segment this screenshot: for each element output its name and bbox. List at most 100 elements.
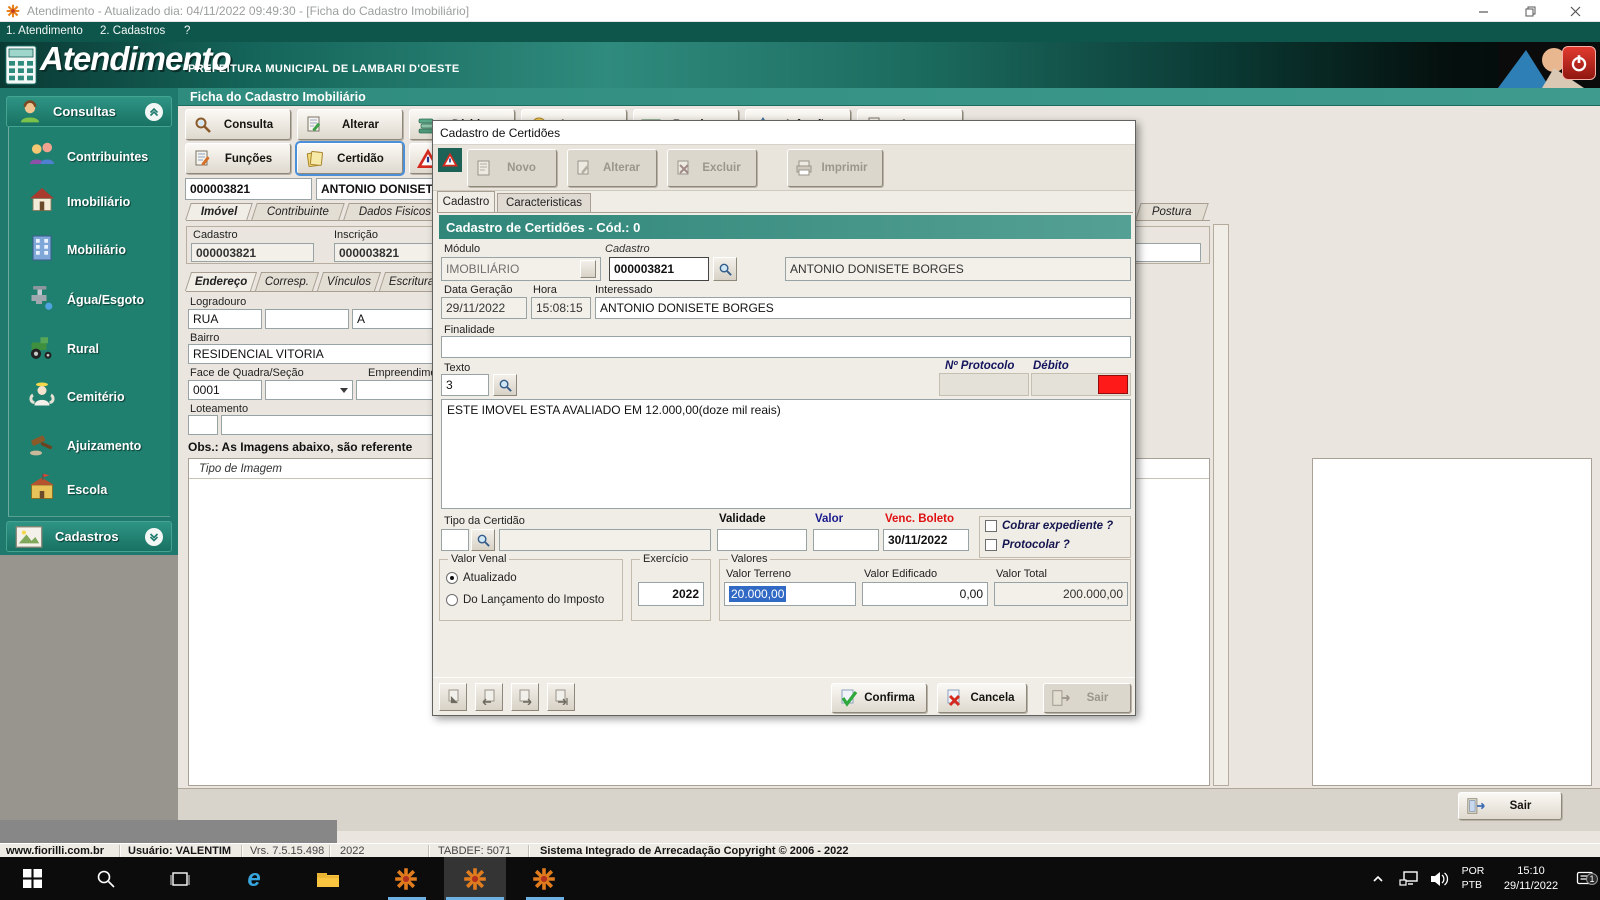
atualizado-radio-option[interactable]: Atualizado (446, 572, 517, 584)
vertical-scrollbar[interactable] (1213, 224, 1229, 786)
valor-field[interactable] (813, 529, 879, 551)
restore-button[interactable] (1515, 1, 1545, 21)
subtab-endereco[interactable]: Endereço (185, 272, 257, 291)
sidebar-item-mobiliario[interactable]: Mobiliário (27, 228, 167, 272)
dialog-tab-caracteristicas[interactable]: Caracteristicas (497, 193, 591, 212)
finalidade-field[interactable] (441, 336, 1131, 358)
sidebar-item-imobiliario[interactable]: Imobiliário (27, 180, 167, 224)
edge-button[interactable]: e (230, 857, 278, 900)
excluir-button[interactable]: Excluir (667, 149, 757, 187)
action-center-button[interactable]: 1 (1572, 857, 1598, 900)
exercicio-field[interactable]: 2022 (638, 582, 704, 606)
collapse-up-icon[interactable] (145, 103, 163, 121)
tipo-certidao-search-button[interactable] (471, 529, 495, 551)
sidebar-item-escola[interactable]: Escola (27, 468, 167, 512)
sidebar-group-consultas[interactable]: Consultas (6, 96, 172, 127)
secao-dropdown[interactable] (265, 380, 353, 400)
valor-total-field[interactable]: 200.000,00 (994, 582, 1128, 606)
certidao-button[interactable]: Certidão (297, 143, 403, 174)
bairro-label: Bairro (190, 332, 219, 344)
cobrar-expediente-checkbox[interactable] (985, 520, 997, 532)
lancamento-radio-option[interactable]: Do Lançamento do Imposto (446, 594, 604, 606)
tab-postura[interactable]: Postura (1135, 203, 1209, 220)
data-geracao-field[interactable]: 29/11/2022 (441, 297, 527, 319)
dialog-sair-button[interactable]: Sair (1043, 683, 1131, 713)
tipo-certidao-codigo-field[interactable] (441, 529, 469, 551)
app1-fiorilli-button[interactable] (376, 857, 436, 900)
interessado-field[interactable]: ANTONIO DONISETE BORGES (595, 297, 1131, 319)
dialog-alterar-button[interactable]: Alterar (567, 149, 657, 187)
texto-search-button[interactable] (493, 374, 517, 396)
cadastro-search-button[interactable] (713, 257, 737, 281)
cadastro-group-field[interactable]: 000003821 (191, 243, 314, 262)
tipo-certidao-descricao-field[interactable] (499, 529, 711, 551)
protocolar-checkbox[interactable] (985, 539, 997, 551)
first-record-button[interactable] (439, 683, 467, 711)
close-icon[interactable] (1560, 1, 1590, 21)
language-tray-button[interactable]: POR PTB (1456, 857, 1490, 900)
texto-codigo-field[interactable]: 3 (441, 374, 489, 396)
task-view-button[interactable] (156, 857, 204, 900)
venc-boleto-field[interactable]: 30/11/2022 (883, 529, 969, 551)
app3-fiorilli-button[interactable] (514, 857, 574, 900)
certidoes-dialog: Cadastro de Certidões Novo Alterar Exclu… (432, 120, 1136, 716)
sidebar-item-cemiterio[interactable]: Cemitério (27, 375, 167, 419)
dialog-nome-field[interactable]: ANTONIO DONISETE BORGES (785, 257, 1131, 281)
sidebar-group-cadastros[interactable]: Cadastros (6, 521, 172, 552)
logradouro-tipo-field[interactable]: RUA (188, 309, 262, 329)
minimize-button[interactable] (1468, 1, 1498, 21)
tab-imovel[interactable]: Imóvel (185, 203, 253, 220)
network-tray-button[interactable] (1394, 857, 1424, 900)
modulo-dropdown-button[interactable] (580, 260, 596, 278)
previous-record-button[interactable] (475, 683, 503, 711)
cobrar-expediente-option[interactable]: Cobrar expediente ? (985, 520, 1113, 532)
clock-tray-button[interactable]: 15:10 29/11/2022 (1492, 857, 1570, 900)
dialog-cadastro-field[interactable]: 000003821 (609, 257, 709, 281)
sidebar-item-ajuizamento[interactable]: Ajuizamento (27, 424, 167, 468)
modulo-field[interactable]: IMOBILIÁRIO (441, 257, 601, 281)
funcoes-button[interactable]: Funções (185, 143, 291, 174)
confirma-button[interactable]: Confirma (831, 683, 927, 713)
dialog-tab-cadastro[interactable]: Cadastro (437, 191, 495, 212)
cancela-button[interactable]: Cancela (937, 683, 1027, 713)
alterar-button[interactable]: Alterar (297, 109, 403, 140)
next-record-button[interactable] (511, 683, 539, 711)
hora-field[interactable]: 15:08:15 (531, 297, 591, 319)
lancamento-radio[interactable] (446, 594, 458, 606)
validade-field[interactable] (717, 529, 807, 551)
texto-conteudo-area[interactable]: ESTE IMOVEL ESTA AVALIADO EM 12.000,00(d… (441, 399, 1131, 509)
sidebar-item-rural[interactable]: Rural (27, 327, 167, 371)
subtab-corresp[interactable]: Corresp. (255, 272, 319, 291)
novo-button[interactable]: Novo (467, 149, 557, 187)
protocolar-option[interactable]: Protocolar ? (985, 539, 1070, 551)
tab-contribuinte[interactable]: Contribuinte (251, 203, 345, 220)
atualizado-radio[interactable] (446, 572, 458, 584)
file-explorer-button[interactable] (304, 857, 352, 900)
collapse-down-icon[interactable] (145, 528, 163, 546)
main-sair-button[interactable]: Sair (1458, 792, 1562, 820)
dialog-titlebar[interactable]: Cadastro de Certidões (433, 121, 1135, 145)
volume-tray-button[interactable] (1424, 857, 1454, 900)
sidebar-consultas-label: Consultas (53, 104, 116, 119)
imprimir-button[interactable]: Imprimir (787, 149, 883, 187)
start-button[interactable] (8, 857, 56, 900)
sidebar-item-agua-esgoto[interactable]: Água/Esgoto (27, 278, 167, 322)
last-record-button[interactable] (547, 683, 575, 711)
logradouro-codigo-field[interactable] (265, 309, 349, 329)
app2-fiorilli-button-active[interactable] (444, 857, 506, 900)
loteamento-codigo-field[interactable] (188, 415, 218, 435)
menu-cadastros[interactable]: 2. Cadastros (100, 25, 165, 37)
face-quadra-field[interactable]: 0001 (188, 380, 262, 400)
menu-help[interactable]: ? (184, 25, 190, 37)
tray-expand-button[interactable] (1364, 857, 1392, 900)
consulta-button[interactable]: Consulta (185, 109, 291, 140)
cadastro-codigo-field[interactable]: 000003821 (185, 178, 312, 200)
sidebar-item-contribuintes[interactable]: Contribuintes (27, 135, 167, 179)
menu-atendimento[interactable]: 1. Atendimento (6, 25, 83, 37)
power-button[interactable] (1562, 46, 1596, 80)
taskbar-search-button[interactable] (82, 857, 130, 900)
valor-edificado-field[interactable]: 0,00 (862, 582, 988, 606)
faucet-icon (27, 283, 57, 318)
subtab-vinculos[interactable]: Vínculos (317, 272, 381, 291)
valor-terreno-field[interactable]: 20.000,00 (724, 582, 856, 606)
